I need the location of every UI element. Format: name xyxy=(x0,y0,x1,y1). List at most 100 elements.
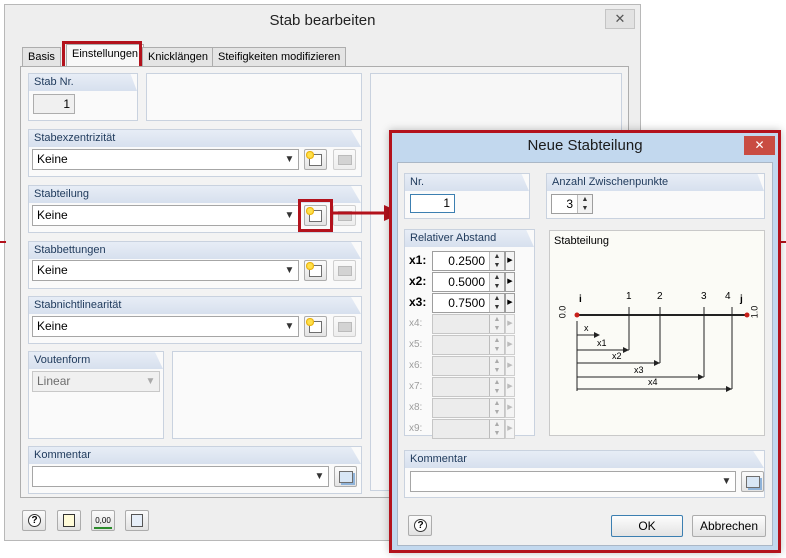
abbrechen-button[interactable]: Abbrechen xyxy=(692,515,766,537)
stabexzentrizitaet-select[interactable]: Keine ▼ xyxy=(32,149,299,170)
sub-kommentar-library-button[interactable] xyxy=(741,471,764,492)
stabteilung-new-highlight-frame xyxy=(298,199,333,232)
edit-button[interactable] xyxy=(57,510,81,531)
stab-nr-field: 1 xyxy=(33,94,75,114)
x6-value xyxy=(433,357,488,375)
x2-spinner[interactable]: 0.5000 ▲ ▼ xyxy=(432,272,505,292)
spin-arrows-icon[interactable]: ▲ ▼ xyxy=(489,252,504,270)
new-icon xyxy=(306,151,322,166)
stabnichtlinearitaet-new-button[interactable] xyxy=(304,316,327,337)
x9-label: x9: xyxy=(409,423,423,434)
tab-basis[interactable]: Basis xyxy=(22,47,61,67)
spin-arrows-icon: ▲ ▼ xyxy=(489,357,504,375)
x4-label: x4: xyxy=(409,318,423,329)
chevron-down-icon: ▼ xyxy=(284,210,295,221)
sub-kommentar-input[interactable]: ▼ xyxy=(410,471,736,492)
spin-arrows-icon: ▲ ▼ xyxy=(489,399,504,417)
x3-value: 0.7500 xyxy=(448,296,485,310)
main-dialog-title: Stab bearbeiten xyxy=(269,12,376,29)
x3-menu-button[interactable]: ▶ xyxy=(505,293,515,313)
point-4-label: 4 xyxy=(725,291,731,302)
x1-value: 0.2500 xyxy=(448,254,485,268)
chevron-down-icon: ▼ xyxy=(284,265,295,276)
x5-spinner[interactable]: ▲ ▼ xyxy=(432,335,505,355)
stabbettungen-edit-button[interactable] xyxy=(333,260,356,281)
tab-steifigkeiten-modifizieren[interactable]: Steifigkeiten modifizieren xyxy=(212,47,347,67)
kommentar-library-button[interactable] xyxy=(334,466,357,487)
x8-label: x8: xyxy=(409,402,423,413)
nr-input[interactable]: 1 xyxy=(410,194,455,213)
stabexzentrizitaet-edit-button[interactable] xyxy=(333,149,356,170)
chevron-down-icon: ▼ xyxy=(721,476,732,487)
point-2-label: 2 xyxy=(657,291,663,302)
neue-stabteilung-body: Nr. 1 Anzahl Zwischenpunkte 3 ▲ ▼ Relativ… xyxy=(397,162,773,546)
help-button[interactable]: ? xyxy=(22,510,46,531)
x7-label: x7: xyxy=(409,381,423,392)
spin-arrows-icon[interactable]: ▲ ▼ xyxy=(489,273,504,291)
spin-arrows-icon: ▲ ▼ xyxy=(489,336,504,354)
x2-value: 0.5000 xyxy=(448,275,485,289)
spin-arrows-icon[interactable]: ▲ ▼ xyxy=(489,294,504,312)
kommentar-label: Kommentar xyxy=(29,447,361,464)
point-3-label: 3 xyxy=(701,291,707,302)
spin-arrows-icon: ▲ ▼ xyxy=(489,420,504,438)
x1-menu-button[interactable]: ▶ xyxy=(505,251,515,271)
neue-stabteilung-close-button[interactable]: ✕ xyxy=(744,136,775,155)
point-1-label: 1 xyxy=(626,291,632,302)
x7-spinner[interactable]: ▲ ▼ xyxy=(432,377,505,397)
x9-spinner[interactable]: ▲ ▼ xyxy=(432,419,505,439)
x4-spinner[interactable]: ▲ ▼ xyxy=(432,314,505,334)
x5-menu-button[interactable]: ▶ xyxy=(505,335,515,355)
pick-button[interactable] xyxy=(125,510,149,531)
stabnichtlinearitaet-edit-button[interactable] xyxy=(333,316,356,337)
dim-x-label: x xyxy=(584,323,589,333)
main-dialog-close-button[interactable]: ✕ xyxy=(605,9,635,29)
x6-spinner[interactable]: ▲ ▼ xyxy=(432,356,505,376)
x4-value xyxy=(433,315,488,333)
spin-arrows-icon[interactable]: ▲ ▼ xyxy=(577,195,592,213)
anzahl-label: Anzahl Zwischenpunkte xyxy=(547,174,764,191)
x8-value xyxy=(433,399,488,417)
x2-menu-button[interactable]: ▶ xyxy=(505,272,515,292)
voutenform-select[interactable]: Linear ▼ xyxy=(32,371,160,392)
dim-x3-label: x3 xyxy=(634,365,644,375)
x1-spinner[interactable]: 0.2500 ▲ ▼ xyxy=(432,251,505,271)
stabbettungen-select[interactable]: Keine ▼ xyxy=(32,260,299,281)
stabnichtlinearitaet-select[interactable]: Keine ▼ xyxy=(32,316,299,337)
x7-value xyxy=(433,378,488,396)
anzahl-value: 3 xyxy=(566,197,573,211)
number-format-button[interactable]: 0,00 xyxy=(91,510,115,531)
x3-spinner[interactable]: 0.7500 ▲ ▼ xyxy=(432,293,505,313)
tab-knicklaengen[interactable]: Knicklängen xyxy=(142,47,214,67)
x8-menu-button[interactable]: ▶ xyxy=(505,398,515,418)
cards-icon xyxy=(339,471,353,483)
node-j-label: j xyxy=(740,294,743,305)
stabteilung-select[interactable]: Keine ▼ xyxy=(32,205,299,226)
x2-label: x2: xyxy=(409,274,427,288)
chevron-down-icon: ▼ xyxy=(314,471,325,482)
node-i-label: i xyxy=(579,294,582,305)
anzahl-spinner[interactable]: 3 ▲ ▼ xyxy=(551,194,593,214)
x8-spinner[interactable]: ▲ ▼ xyxy=(432,398,505,418)
sub-kommentar-label: Kommentar xyxy=(405,451,764,468)
x5-label: x5: xyxy=(409,339,423,350)
stabbettungen-new-button[interactable] xyxy=(304,260,327,281)
chevron-down-icon: ▼ xyxy=(145,376,156,387)
cards-icon xyxy=(746,476,760,488)
end-value-label: 1.0 xyxy=(749,305,760,319)
help-icon: ? xyxy=(414,519,427,532)
edit-icon xyxy=(338,155,352,165)
voutenform-preview-panel xyxy=(172,351,362,439)
ok-button[interactable]: OK xyxy=(611,515,683,537)
kommentar-input[interactable]: ▼ xyxy=(32,466,329,487)
sub-help-button[interactable]: ? xyxy=(408,515,432,536)
x9-menu-button[interactable]: ▶ xyxy=(505,419,515,439)
edit-icon xyxy=(338,266,352,276)
x7-menu-button[interactable]: ▶ xyxy=(505,377,515,397)
neue-stabteilung-title: Neue Stabteilung xyxy=(527,137,643,154)
x6-menu-button[interactable]: ▶ xyxy=(505,356,515,376)
stabexzentrizitaet-new-button[interactable] xyxy=(304,149,327,170)
x4-menu-button[interactable]: ▶ xyxy=(505,314,515,334)
edit-icon xyxy=(63,514,75,527)
info-panel-top xyxy=(146,73,362,121)
